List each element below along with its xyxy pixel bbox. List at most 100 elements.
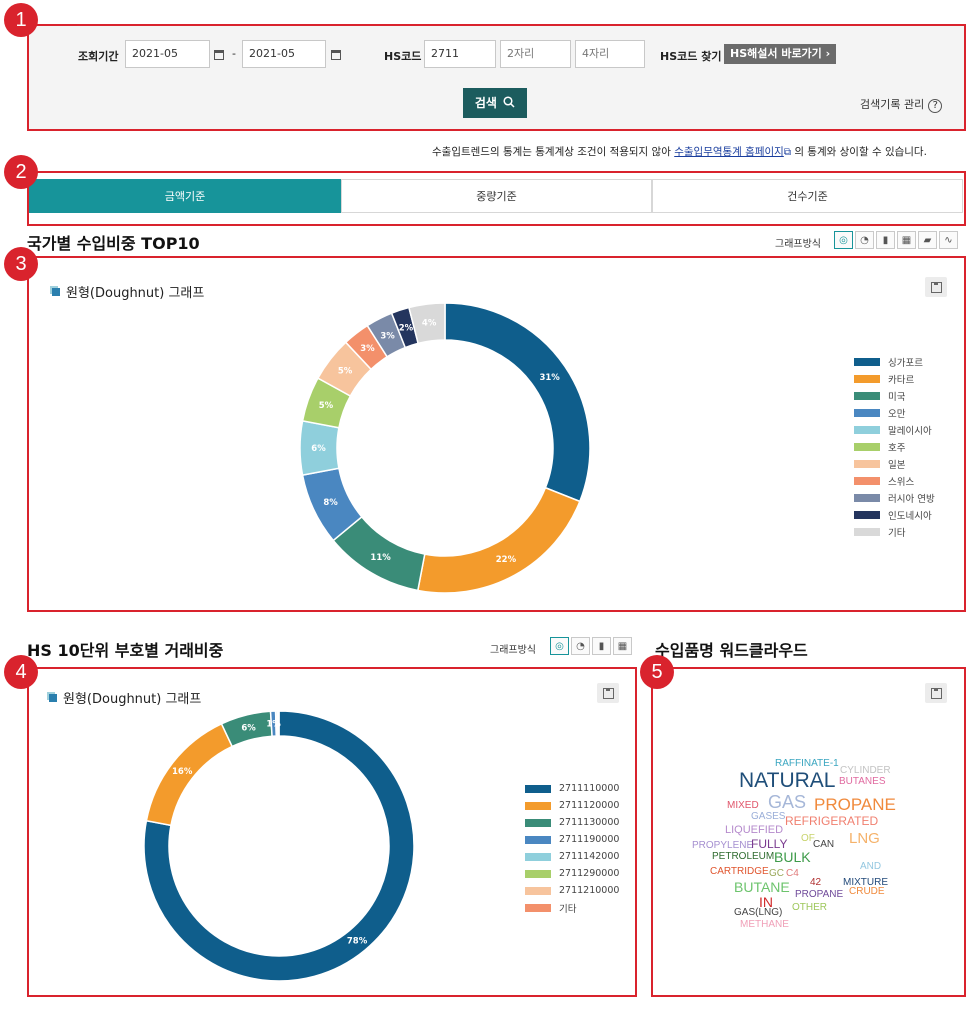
wordcloud-word[interactable]: GAS [768, 793, 806, 811]
notice-prefix: 수출입트렌드의 통계는 통계계상 조건이 적용되지 않아 [432, 146, 671, 158]
legend-item[interactable]: 말레이시아 [854, 421, 935, 438]
legend-swatch [854, 476, 880, 485]
country-graph-type-label: 그래프방식 [775, 239, 821, 250]
legend-item[interactable]: 카타르 [854, 370, 935, 387]
hs-graph-icons: ◎ ◔ ▮ ▦ [550, 637, 632, 655]
wordcloud-word[interactable]: MIXED [727, 801, 759, 811]
legend-item[interactable]: 인도네시아 [854, 506, 935, 523]
legend-item[interactable]: 호주 [854, 438, 935, 455]
hs-code-input[interactable]: 2711 [424, 40, 496, 68]
legend-item[interactable]: 러시아 연방 [854, 489, 935, 506]
wordcloud-word[interactable]: GASES [751, 812, 785, 822]
wordcloud-word[interactable]: OTHER [792, 903, 827, 913]
wordcloud-word[interactable]: REFRIGERATED [785, 815, 878, 827]
wordcloud-word[interactable]: CARTRIDGE [710, 867, 769, 877]
pie-chart-icon[interactable]: ◔ [855, 231, 874, 249]
legend-swatch [525, 886, 551, 895]
legend-item[interactable]: 2711142000 [525, 848, 619, 865]
hs-chart-title: 원형(Doughnut) 그래프 [49, 688, 201, 707]
tab-amount[interactable]: 금액기준 [29, 179, 341, 213]
save-icon[interactable] [597, 683, 619, 703]
doughnut-chart-icon[interactable]: ◎ [834, 231, 853, 249]
donut-slice[interactable] [416, 486, 581, 593]
slice-label: 6% [241, 723, 256, 733]
legend-label: 오만 [888, 408, 906, 420]
legend-item[interactable]: 스위스 [854, 472, 935, 489]
wordcloud-word[interactable]: RAFFINATE-1 [775, 759, 839, 769]
country-section-title: 국가별 수입비중 TOP10 [27, 234, 200, 253]
bar-chart-icon[interactable]: ▮ [592, 637, 611, 655]
doughnut-chart-icon[interactable]: ◎ [550, 637, 569, 655]
wordcloud-word[interactable]: AND [860, 862, 881, 872]
legend-item[interactable]: 일본 [854, 455, 935, 472]
legend-item[interactable]: 기타 [525, 899, 619, 916]
marker-3: 3 [4, 247, 38, 281]
calendar-icon-to[interactable] [331, 50, 341, 60]
line-chart-icon[interactable]: ∿ [939, 231, 958, 249]
legend-item[interactable]: 미국 [854, 387, 935, 404]
external-link-icon[interactable]: ⧉ [784, 147, 791, 158]
legend-swatch [854, 527, 880, 536]
search-history-link[interactable]: 검색기록 관리? [860, 96, 943, 113]
donut-slice[interactable] [444, 303, 590, 503]
save-icon[interactable] [925, 683, 947, 703]
wordcloud-word[interactable]: CRUDE [849, 887, 885, 897]
legend-swatch [854, 442, 880, 451]
wordcloud-word[interactable]: LIQUEFIED [725, 825, 783, 836]
trade-stats-link[interactable]: 수출입무역통계 홈페이지 [674, 146, 784, 158]
bar-chart-icon[interactable]: ▮ [876, 231, 895, 249]
legend-label: 2711120000 [559, 800, 620, 811]
pie-chart-icon[interactable]: ◔ [571, 637, 590, 655]
map-chart-icon[interactable]: ▰ [918, 231, 937, 249]
hs-4digit-input[interactable]: 4자리 [575, 40, 645, 68]
treemap-chart-icon[interactable]: ▦ [897, 231, 916, 249]
wordcloud-word[interactable]: NATURAL [739, 770, 835, 791]
wordcloud-word[interactable]: CAN [813, 840, 834, 850]
wordcloud-word[interactable]: BULK [774, 850, 811, 864]
wordcloud-word[interactable]: METHANE [740, 920, 789, 930]
legend-swatch [854, 391, 880, 400]
wordcloud-word[interactable]: GAS(LNG) [734, 908, 782, 918]
calendar-icon-from[interactable] [214, 50, 224, 60]
date-from-input[interactable]: 2021-05 [125, 40, 210, 68]
legend-label: 2711190000 [559, 834, 620, 845]
wordcloud-word[interactable]: PROPANE [795, 890, 843, 900]
wordcloud-word[interactable]: C4 [786, 869, 799, 879]
legend-item[interactable]: 기타 [854, 523, 935, 540]
legend-label: 말레이시아 [888, 425, 932, 437]
hs-section-title: HS 10단위 부호별 거래비중 [27, 641, 224, 660]
wordcloud-word[interactable]: PROPYLENE [692, 841, 753, 851]
legend-label: 카타르 [888, 374, 915, 386]
help-icon[interactable]: ? [928, 99, 943, 113]
legend-item[interactable]: 오만 [854, 404, 935, 421]
legend-item[interactable]: 2711130000 [525, 814, 619, 831]
wordcloud-word[interactable]: BUTANE [734, 880, 790, 894]
legend-swatch [854, 357, 880, 366]
legend-item[interactable]: 2711210000 [525, 882, 619, 899]
save-icon[interactable] [925, 277, 947, 297]
wordcloud-word[interactable]: PETROLEUM [712, 852, 774, 862]
slice-label: 5% [319, 401, 334, 411]
hs-guide-button[interactable]: HS해설서 바로가기 › [724, 44, 837, 64]
treemap-chart-icon[interactable]: ▦ [613, 637, 632, 655]
legend-label: 기타 [888, 527, 906, 539]
wordcloud-word[interactable]: GC [769, 869, 784, 879]
legend-item[interactable]: 싱가포르 [854, 353, 935, 370]
legend-swatch [525, 818, 551, 827]
legend-item[interactable]: 2711190000 [525, 831, 619, 848]
wordcloud-word[interactable]: BUTANES [839, 777, 886, 787]
wordcloud-word[interactable]: CYLINDER [840, 766, 891, 776]
wordcloud-word[interactable]: 42 [810, 878, 821, 888]
search-button[interactable]: 검색 [463, 88, 527, 118]
wordcloud-word[interactable]: PROPANE [814, 796, 896, 813]
legend-swatch [525, 903, 551, 912]
tab-count[interactable]: 건수기준 [652, 179, 963, 213]
wordcloud-word[interactable]: LNG [849, 831, 880, 846]
legend-item[interactable]: 2711290000 [525, 865, 619, 882]
hs-2digit-input[interactable]: 2자리 [500, 40, 571, 68]
tab-weight[interactable]: 중량기준 [341, 179, 652, 213]
legend-item[interactable]: 2711120000 [525, 797, 619, 814]
date-to-input[interactable]: 2021-05 [242, 40, 326, 68]
slice-label: 31% [539, 373, 560, 383]
legend-item[interactable]: 2711110000 [525, 780, 619, 797]
